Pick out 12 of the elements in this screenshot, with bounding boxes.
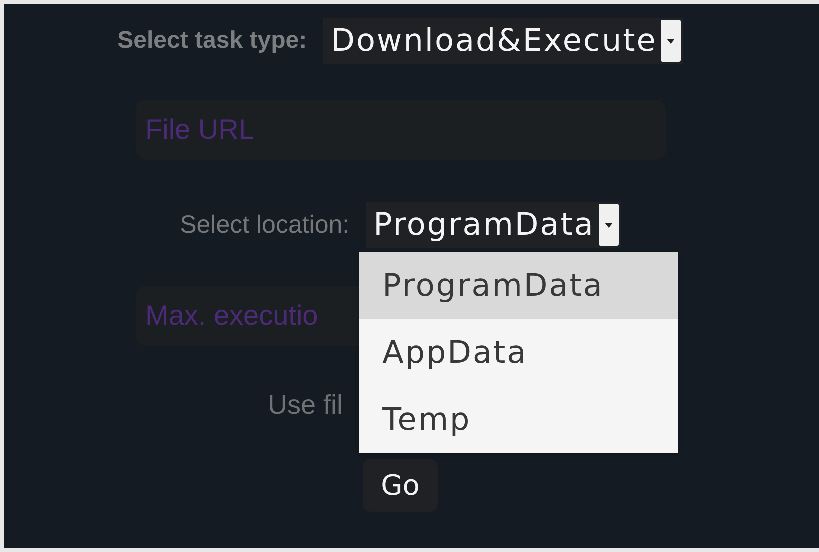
task-type-label: Select task type: (118, 27, 308, 55)
dropdown-option[interactable]: AppData (358, 319, 678, 386)
location-label: Select location: (180, 210, 350, 240)
file-url-field[interactable]: File URL (136, 100, 666, 160)
caret-icon (598, 204, 619, 246)
dropdown-option[interactable]: Temp (358, 386, 678, 453)
caret-icon (661, 20, 682, 62)
task-type-select[interactable]: Download&Execute (323, 18, 684, 64)
go-button[interactable]: Go (363, 459, 438, 512)
location-select[interactable]: ProgramData (366, 202, 621, 248)
use-file-label: Use fil (268, 390, 343, 421)
dropdown-option[interactable]: ProgramData (358, 252, 678, 319)
